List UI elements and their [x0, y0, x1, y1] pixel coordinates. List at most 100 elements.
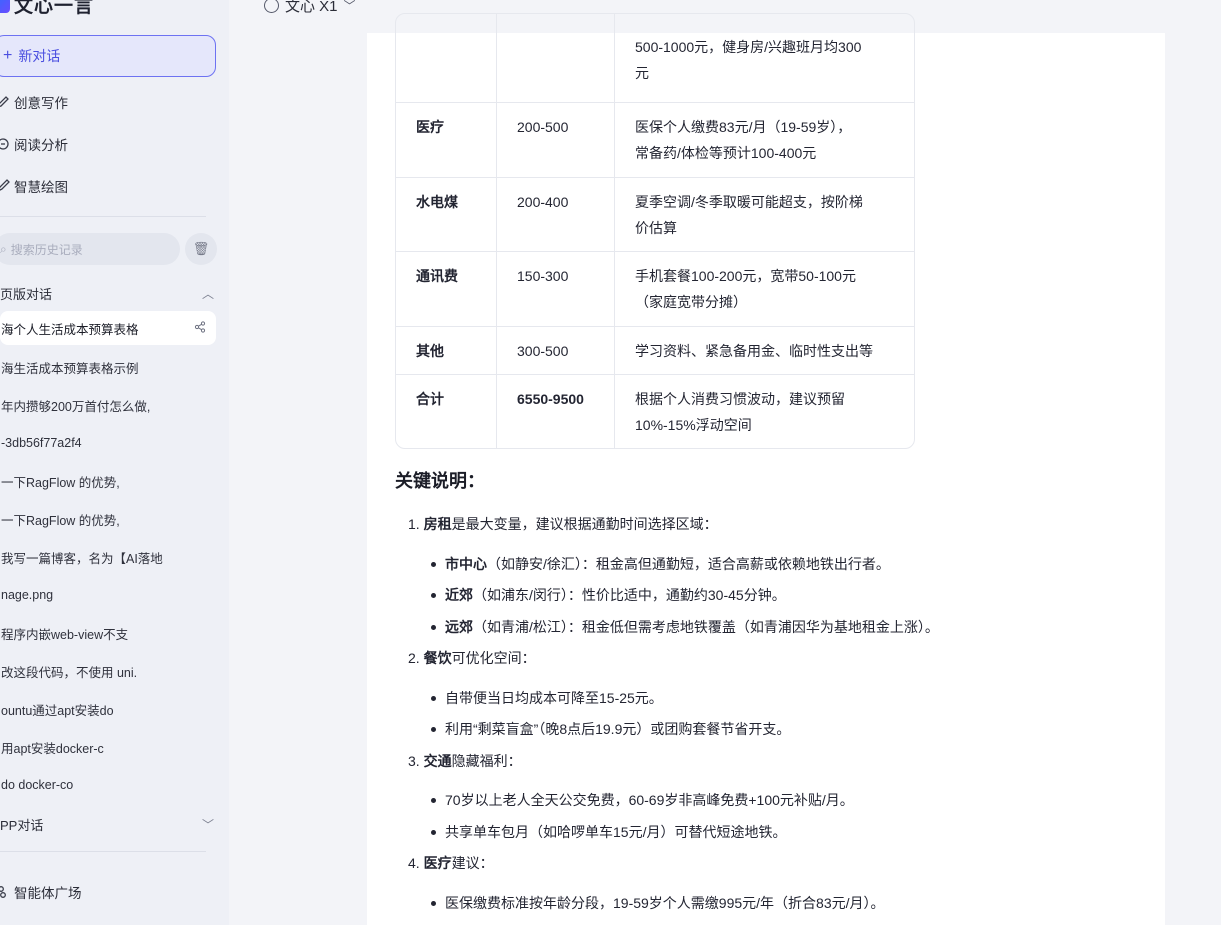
bullet-item: 市中心（如静安/徐汇）：租金高但通勤短，适合高薪或依赖地铁出行者。: [431, 554, 890, 574]
note-line: 手机套餐100-200元，宽带50-100元: [635, 268, 856, 284]
bullet-item: 利用“剩菜盲盒”（晚8点后19.9元）或团购套餐节省开支。: [430, 719, 790, 739]
note-line: 根据个人消费习惯波动，建议预留: [635, 391, 845, 407]
model-name: 文心 X1: [285, 0, 338, 15]
table-cell-amount: 200-500: [497, 103, 615, 177]
table-cell-item: 其他: [396, 327, 497, 374]
table-row: 通讯费 150-300 手机套餐100-200元，宽带50-100元 （家庭宽带…: [396, 251, 914, 326]
history-item-title: 改这段代码，不使用 uni.: [1, 665, 138, 680]
table-cell-item: 通讯费: [396, 252, 497, 326]
list-item: 1. 房租是最大变量，建议根据通勤时间选择区域：: [408, 514, 718, 534]
bullet-text: 共享单车包月（如哈啰单车15元/月）可替代短途地铁。: [445, 824, 787, 840]
bullet-text: 自带便当日均成本可降至15-25元。: [445, 690, 663, 706]
list-item: 3. 交通隐藏福利：: [408, 751, 522, 771]
table-cell-item: 水电煤: [396, 178, 497, 251]
table-row: 其他 300-500 学习资料、紧急备用金、临时性支出等: [396, 326, 914, 374]
brand-logo-icon: [0, 0, 10, 13]
nav-item-reading-analysis[interactable]: 阅读分析: [0, 134, 68, 154]
table-cell-item: 合计: [396, 375, 497, 448]
history-item-title: 年内攒够200万首付怎么做,: [1, 399, 151, 414]
history-search-input[interactable]: ⌕ 搜索历史记录: [0, 233, 180, 265]
history-item-title: ountu通过apt安装do: [1, 703, 114, 718]
table-cell-note: 学习资料、紧急备用金、临时性支出等: [615, 327, 914, 374]
clear-history-button[interactable]: 🗑: [185, 233, 217, 265]
history-item-active[interactable]: 海个人生活成本预算表格: [0, 311, 216, 345]
agent-icon: [0, 885, 8, 899]
history-item[interactable]: 年内攒够200万首付怎么做,: [0, 388, 216, 422]
history-item[interactable]: ountu通过apt安装do: [0, 692, 216, 726]
brand[interactable]: 文心一言: [0, 0, 94, 17]
model-selector[interactable]: 文心 X1 ﹀: [264, 0, 356, 16]
table-cell-note: 手机套餐100-200元，宽带50-100元 （家庭宽带分摊）: [615, 252, 914, 326]
chevron-down-icon: ﹀: [343, 0, 356, 13]
bullet-item: 70岁以上老人全天公交免费，60-69岁非高峰免费+100元补贴/月。: [431, 790, 854, 810]
new-chat-label: 新对话: [18, 48, 61, 64]
nav-item-smart-drawing[interactable]: 智慧绘图: [0, 176, 68, 196]
list-number: 1.: [408, 516, 420, 532]
share-icon[interactable]: [194, 320, 206, 336]
table-cell-item: [396, 14, 497, 102]
bullet-text: （如青浦/松江）：租金低但需考虑地铁覆盖（如青浦因华为基地租金上涨）。: [473, 619, 939, 635]
app-chat-section-toggle[interactable]: PP对话 ﹀: [0, 814, 216, 834]
bullet-item: 远郊（如青浦/松江）：租金低但需考虑地铁覆盖（如青浦因华为基地租金上涨）。: [431, 617, 939, 637]
bullet-item: 近郊（如浦东/闵行）：性价比适中，通勤约30-45分钟。: [431, 585, 786, 605]
search-icon: ⌕: [0, 241, 7, 256]
history-item[interactable]: nage.png: [0, 578, 216, 612]
agent-plaza-label: 智能体广场: [14, 886, 82, 901]
new-chat-button[interactable]: + 新对话: [0, 35, 216, 77]
list-text: 可优化空间：: [451, 650, 536, 666]
table-cell-note: 医保个人缴费83元/月（19-59岁）， 常备药/体检等预计100-400元: [615, 103, 914, 177]
budget-table: 500-1000元，健身房/兴趣班月均300 元 医疗 200-500 医保个人…: [395, 13, 915, 449]
table-cell-amount: 6550-9500: [497, 375, 615, 448]
bullet-key: 市中心: [445, 556, 487, 572]
table-cell-item: 医疗: [396, 103, 497, 177]
history-item[interactable]: 程序内嵌web-view不支: [0, 616, 216, 650]
web-chat-section-toggle[interactable]: 页版对话 ︿: [0, 283, 216, 303]
history-item[interactable]: 用apt安装docker-c: [0, 730, 216, 764]
note-line: 医保个人缴费83元/月（19-59岁），: [635, 119, 852, 135]
history-item[interactable]: do docker-co: [0, 768, 216, 802]
section-label: PP对话: [0, 817, 44, 833]
table-row: 水电煤 200-400 夏季空调/冬季取暖可能超支，按阶梯 价估算: [396, 177, 914, 251]
history-item-title: 一下RagFlow 的优势,: [1, 513, 120, 528]
nav-item-label: 创意写作: [14, 96, 68, 111]
table-cell-amount: [497, 14, 615, 102]
history-item[interactable]: 一下RagFlow 的优势,: [0, 464, 216, 498]
history-item[interactable]: 海生活成本预算表格示例: [0, 350, 216, 384]
chevron-up-icon: ︿: [201, 286, 214, 301]
history-item-title: nage.png: [1, 588, 54, 602]
history-item[interactable]: -3db56f77a2f4: [0, 426, 216, 460]
list-key: 餐饮: [423, 650, 452, 666]
nav-item-label: 智慧绘图: [14, 180, 68, 195]
history-item-title: do docker-co: [1, 778, 74, 792]
list-number: 2.: [408, 650, 420, 666]
list-text: 建议：: [451, 855, 494, 871]
list-key: 医疗: [423, 855, 452, 871]
plus-icon: +: [3, 47, 13, 64]
agent-plaza-link[interactable]: 智能体广场: [0, 882, 82, 902]
pen-icon: [0, 95, 9, 109]
list-number: 3.: [408, 753, 420, 769]
nav-item-creative-writing[interactable]: 创意写作: [0, 92, 68, 112]
table-cell-amount: 300-500: [497, 327, 615, 374]
table-cell-amount: 200-400: [497, 178, 615, 251]
note-line: 价估算: [635, 220, 677, 236]
history-item-title: 我写一篇博客，名为【AI落地: [1, 551, 163, 566]
section-heading: 关键说明：: [395, 471, 485, 491]
note-line: 夏季空调/冬季取暖可能超支，按阶梯: [635, 194, 863, 210]
history-item-title: 海个人生活成本预算表格: [1, 322, 139, 337]
list-key: 交通: [423, 753, 452, 769]
history-item[interactable]: 改这段代码，不使用 uni.: [0, 654, 216, 688]
bullet-text: 医保缴费标准按年龄分段，19-59岁个人需缴995元/年（折合83元/月）。: [445, 895, 885, 911]
note-line: 元: [635, 65, 649, 81]
bullet-item: 自带便当日均成本可降至15-25元。: [431, 688, 663, 708]
sidebar: 文心一言 + 新对话 创意写作 阅读分析 智慧绘图 ⌕ 搜索历史记录 🗑 页版对…: [0, 0, 229, 925]
note-line: （家庭宽带分摊）: [635, 294, 747, 310]
divider: [0, 216, 206, 217]
history-item[interactable]: 我写一篇博客，名为【AI落地: [0, 540, 216, 574]
bullet-key: 远郊: [445, 619, 473, 635]
history-item[interactable]: 一下RagFlow 的优势,: [0, 502, 216, 536]
nav-item-label: 阅读分析: [14, 138, 68, 153]
table-cell-note: 夏季空调/冬季取暖可能超支，按阶梯 价估算: [615, 178, 914, 251]
bullet-item: 医保缴费标准按年龄分段，19-59岁个人需缴995元/年（折合83元/月）。: [431, 893, 885, 913]
table-row: 医疗 200-500 医保个人缴费83元/月（19-59岁）， 常备药/体检等预…: [396, 102, 914, 177]
